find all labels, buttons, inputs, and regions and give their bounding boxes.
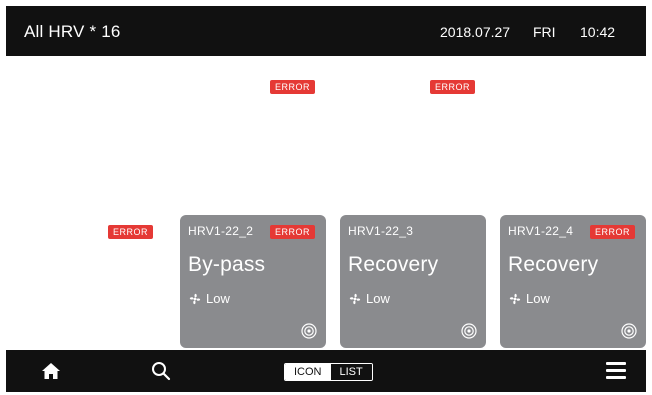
list-view-button[interactable]: LIST [330, 364, 372, 380]
unit-card[interactable]: HRV1-22_1 ERROR Recovery Low [16, 215, 162, 348]
fan-icon [349, 148, 361, 159]
unit-fan: Low [188, 291, 230, 306]
unit-id: HRV1-22_3 [348, 224, 414, 238]
fan-icon [509, 148, 521, 159]
hrv-screen: All HRV * 16 2018.07.27 FRI 10:42 HRV1-2… [6, 6, 646, 392]
schedule-icon [301, 323, 317, 339]
unit-fan: Low [348, 146, 390, 161]
unit-mode: Recovery [508, 108, 599, 131]
unit-fan: Low [508, 146, 550, 161]
unit-mode: Recovery [24, 108, 115, 131]
unit-card[interactable]: HRV1-21_4 Recovery Low [500, 70, 646, 203]
unit-fan: Low [24, 146, 66, 161]
view-toggle: ICON LIST [284, 363, 373, 381]
error-badge: ERROR [108, 225, 154, 239]
schedule-icon [621, 323, 637, 339]
fan-speed-label: Low [206, 291, 230, 306]
error-badge: ERROR [270, 80, 316, 94]
unit-card[interactable]: HRV1-21_2 ERROR Recovery Low [180, 70, 326, 203]
fan-speed-label: Low [366, 146, 390, 161]
menu-line [606, 369, 626, 372]
unit-card[interactable]: HRV1-22_2 ERROR By-pass Low [180, 215, 326, 348]
top-bar: All HRV * 16 2018.07.27 FRI 10:42 [6, 6, 646, 56]
unit-grid: HRV1-21_1 Recovery Low HRV1-21_2 ERROR R… [6, 56, 646, 352]
icon-view-button[interactable]: ICON [285, 364, 331, 380]
unit-fan: Low [24, 291, 66, 306]
unit-id: HRV1-21_4 [508, 79, 574, 93]
unit-card[interactable]: HRV1-22_3 Recovery Low [340, 215, 486, 348]
unit-mode: By-pass [348, 108, 426, 131]
unit-card[interactable]: HRV1-21_1 Recovery Low [16, 70, 162, 203]
unit-id: HRV1-21_3 [348, 79, 414, 93]
unit-mode: Recovery [348, 253, 439, 276]
schedule-icon [137, 323, 153, 339]
fan-speed-label: Low [42, 146, 66, 161]
fan-icon [189, 293, 201, 304]
unit-card[interactable]: HRV1-21_3 ERROR By-pass Low [340, 70, 486, 203]
unit-card[interactable]: HRV1-22_4 ERROR Recovery Low [500, 215, 646, 348]
fan-speed-label: Low [42, 291, 66, 306]
time-display: 10:42 [580, 24, 616, 40]
unit-fan: Low [188, 146, 230, 161]
home-icon[interactable] [40, 360, 62, 382]
unit-id: HRV1-22_4 [508, 224, 574, 238]
page-title: All HRV * 16 [24, 22, 121, 41]
fan-speed-label: Low [526, 146, 550, 161]
unit-id: HRV1-21_2 [188, 79, 254, 93]
fan-icon [509, 293, 521, 304]
unit-id: HRV1-22_2 [188, 224, 254, 238]
fan-icon [25, 293, 37, 304]
unit-id: HRV1-21_1 [24, 79, 90, 93]
unit-id: HRV1-22_1 [24, 224, 90, 238]
fan-speed-label: Low [366, 291, 390, 306]
schedule-icon [301, 178, 317, 194]
fan-icon [349, 293, 361, 304]
fan-speed-label: Low [206, 146, 230, 161]
date-display: 2018.07.27 [440, 24, 511, 40]
fan-speed-label: Low [526, 291, 550, 306]
unit-fan: Low [508, 291, 550, 306]
unit-mode: By-pass [188, 253, 266, 276]
fan-icon [25, 148, 37, 159]
unit-mode: Recovery [24, 253, 115, 276]
search-icon[interactable] [150, 360, 172, 382]
menu-line [606, 376, 626, 379]
menu-icon[interactable] [606, 362, 626, 380]
bottom-bar: ICON LIST [6, 350, 646, 392]
error-badge: ERROR [590, 225, 636, 239]
fan-icon [189, 148, 201, 159]
day-display: FRI [533, 24, 556, 40]
unit-mode: Recovery [508, 253, 599, 276]
error-badge: ERROR [270, 225, 316, 239]
error-badge: ERROR [430, 80, 476, 94]
unit-mode: Recovery [188, 108, 279, 131]
schedule-icon [461, 178, 477, 194]
menu-line [606, 362, 626, 365]
unit-fan: Low [348, 291, 390, 306]
schedule-icon [461, 323, 477, 339]
